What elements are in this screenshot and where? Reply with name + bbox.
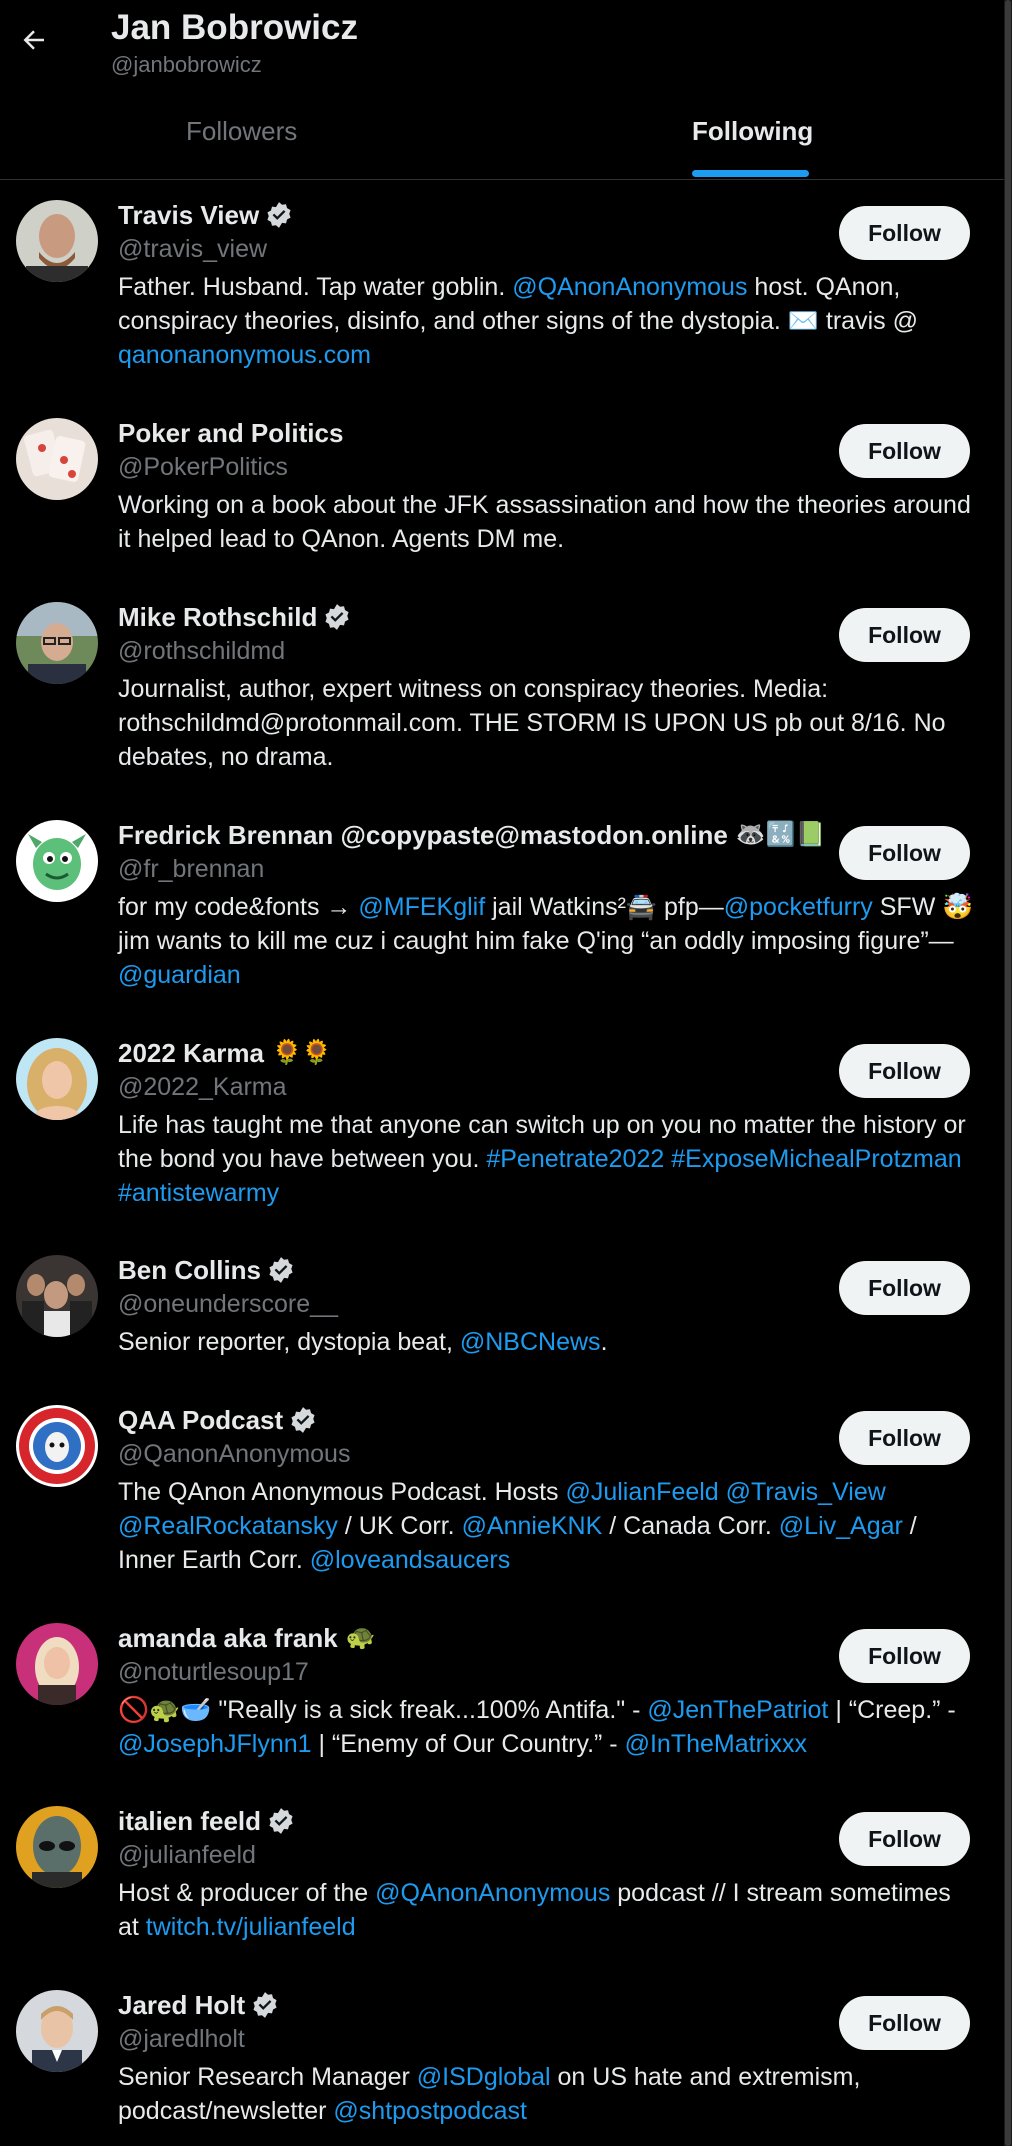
user-name[interactable]: Ben Collins [118,1253,261,1287]
follow-button[interactable]: Follow [839,424,970,478]
avatar[interactable] [16,820,98,902]
bio-link[interactable]: @AnnieKNK [462,1512,603,1540]
bio-link[interactable]: @QAnonAnonymous [375,1879,610,1907]
scrollbar-thumb[interactable] [1005,0,1011,2146]
verified-badge-icon [269,1808,293,1834]
bio-link[interactable]: @JosephJFlynn1 [118,1730,312,1758]
page-title: Jan Bobrowicz [111,8,358,47]
bio-link[interactable]: @JulianFeeld [565,1478,718,1506]
bio-text: for my code&fonts → [118,893,359,921]
follow-button[interactable]: Follow [839,826,970,880]
active-tab-indicator [692,170,809,177]
name-emoji: 🦝🔣📗 [735,821,826,848]
avatar[interactable] [16,1038,98,1120]
scrollbar[interactable] [1004,0,1012,2146]
follow-button[interactable]: Follow [839,1044,970,1098]
verified-badge-icon [253,1992,277,2018]
user-name[interactable]: amanda aka frank [118,1621,338,1655]
bio-link[interactable]: @RealRockatansky [118,1512,338,1540]
bio-link[interactable]: #Penetrate2022 [486,1145,664,1173]
bio-link[interactable]: @pocketfurry [724,893,873,921]
follow-button[interactable]: Follow [839,1629,970,1683]
bio-link[interactable]: qanonanonymous.com [118,341,371,369]
bio-text [719,1478,726,1506]
avatar[interactable] [16,1990,98,2072]
verified-badge-icon [267,202,291,228]
follow-button[interactable]: Follow [839,1261,970,1315]
bio-link[interactable]: #antistewarmy [118,1179,279,1207]
bio-text: jail Watkins²🚔 pfp— [485,893,724,921]
bio-link[interactable]: #ExposeMichealProtzman [671,1145,961,1173]
bio-text: 🚫🐢🥣 "Really is a sick freak...100% Antif… [118,1696,648,1724]
user-name[interactable]: italien feeld [118,1804,261,1838]
user-bio: Senior Research Manager @ISDglobal on US… [118,2060,978,2128]
tab-following[interactable]: Following [692,116,813,147]
bio-text: Senior reporter, dystopia beat, [118,1328,460,1356]
bio-link[interactable]: @InTheMatrixxx [625,1730,807,1758]
profile-handle: @janbobrowicz [111,52,262,77]
follow-button[interactable]: Follow [839,608,970,662]
user-bio: Host & producer of the @QAnonAnonymous p… [118,1876,978,1944]
user-bio: 🚫🐢🥣 "Really is a sick freak...100% Antif… [118,1693,978,1761]
avatar[interactable] [16,1623,98,1705]
tab-followers[interactable]: Followers [186,116,297,147]
user-bio: Life has taught me that anyone can switc… [118,1108,978,1210]
bio-link[interactable]: @MFEKglif [358,893,485,921]
follow-button[interactable]: Follow [839,206,970,260]
bio-link[interactable]: @loveandsaucers [310,1546,511,1574]
bio-link[interactable]: @guardian [118,961,241,989]
follow-button[interactable]: Follow [839,1996,970,2050]
verified-badge-icon [269,1257,293,1283]
avatar[interactable] [16,418,98,500]
user-name[interactable]: QAA Podcast [118,1403,283,1437]
user-bio: Father. Husband. Tap water goblin. @QAno… [118,270,978,372]
verified-badge-icon [325,604,349,630]
bio-text: / Canada Corr. [602,1512,779,1540]
bio-text: / UK Corr. [337,1512,462,1540]
follow-button[interactable]: Follow [839,1812,970,1866]
user-bio: Senior reporter, dystopia beat, @NBCNews… [118,1325,978,1359]
name-emoji: 🐢 [345,1624,376,1651]
avatar[interactable] [16,602,98,684]
user-name[interactable]: 2022 Karma [118,1036,264,1070]
bio-text: Host & producer of the [118,1879,376,1907]
bio-link[interactable]: @Liv_Agar [779,1512,903,1540]
bio-link[interactable]: @NBCNews [460,1328,601,1356]
avatar[interactable] [16,1806,98,1888]
user-bio: Journalist, author, expert witness on co… [118,672,978,774]
bio-link[interactable]: twitch.tv/julianfeeld [146,1913,356,1941]
bio-text: | “Enemy of Our Country.” - [311,1730,625,1758]
user-bio: Working on a book about the JFK assassin… [118,488,978,556]
user-name[interactable]: Travis View [118,198,259,232]
user-name[interactable]: Poker and Politics [118,416,343,450]
user-name[interactable]: Fredrick Brennan @copypaste@mastodon.onl… [118,818,728,852]
bio-link[interactable]: @shtpostpodcast [333,2097,527,2125]
bio-text: . [600,1328,608,1356]
avatar[interactable] [16,1405,98,1487]
bio-text: | “Creep.” - [828,1696,956,1724]
bio-text: Journalist, author, expert witness on co… [118,675,946,771]
user-name[interactable]: Jared Holt [118,1988,245,2022]
profile-header: Jan Bobrowicz @janbobrowicz Followers Fo… [0,0,1004,180]
name-emoji: 🌻🌻 [272,1039,332,1066]
arrow-left-icon [23,30,44,50]
user-bio: for my code&fonts → @MFEKglif jail Watki… [118,890,978,992]
verified-badge-icon [291,1407,315,1433]
bio-text: Working on a book about the JFK assassin… [118,491,971,553]
back-button[interactable] [16,22,52,58]
follow-button[interactable]: Follow [839,1411,970,1465]
user-name[interactable]: Mike Rothschild [118,600,317,634]
bio-link[interactable]: @JenThePatriot [647,1696,828,1724]
bio-text: Senior Research Manager [118,2063,417,2091]
bio-link[interactable]: @Travis_View [726,1478,886,1506]
bio-link[interactable]: @ISDglobal [417,2063,551,2091]
bio-text: Father. Husband. Tap water goblin. [118,273,513,301]
avatar[interactable] [16,200,98,282]
bio-text: The QAnon Anonymous Podcast. Hosts [118,1478,566,1506]
bio-link[interactable]: @QAnonAnonymous [512,273,747,301]
user-bio: The QAnon Anonymous Podcast. Hosts @Juli… [118,1475,978,1577]
avatar[interactable] [16,1255,98,1337]
